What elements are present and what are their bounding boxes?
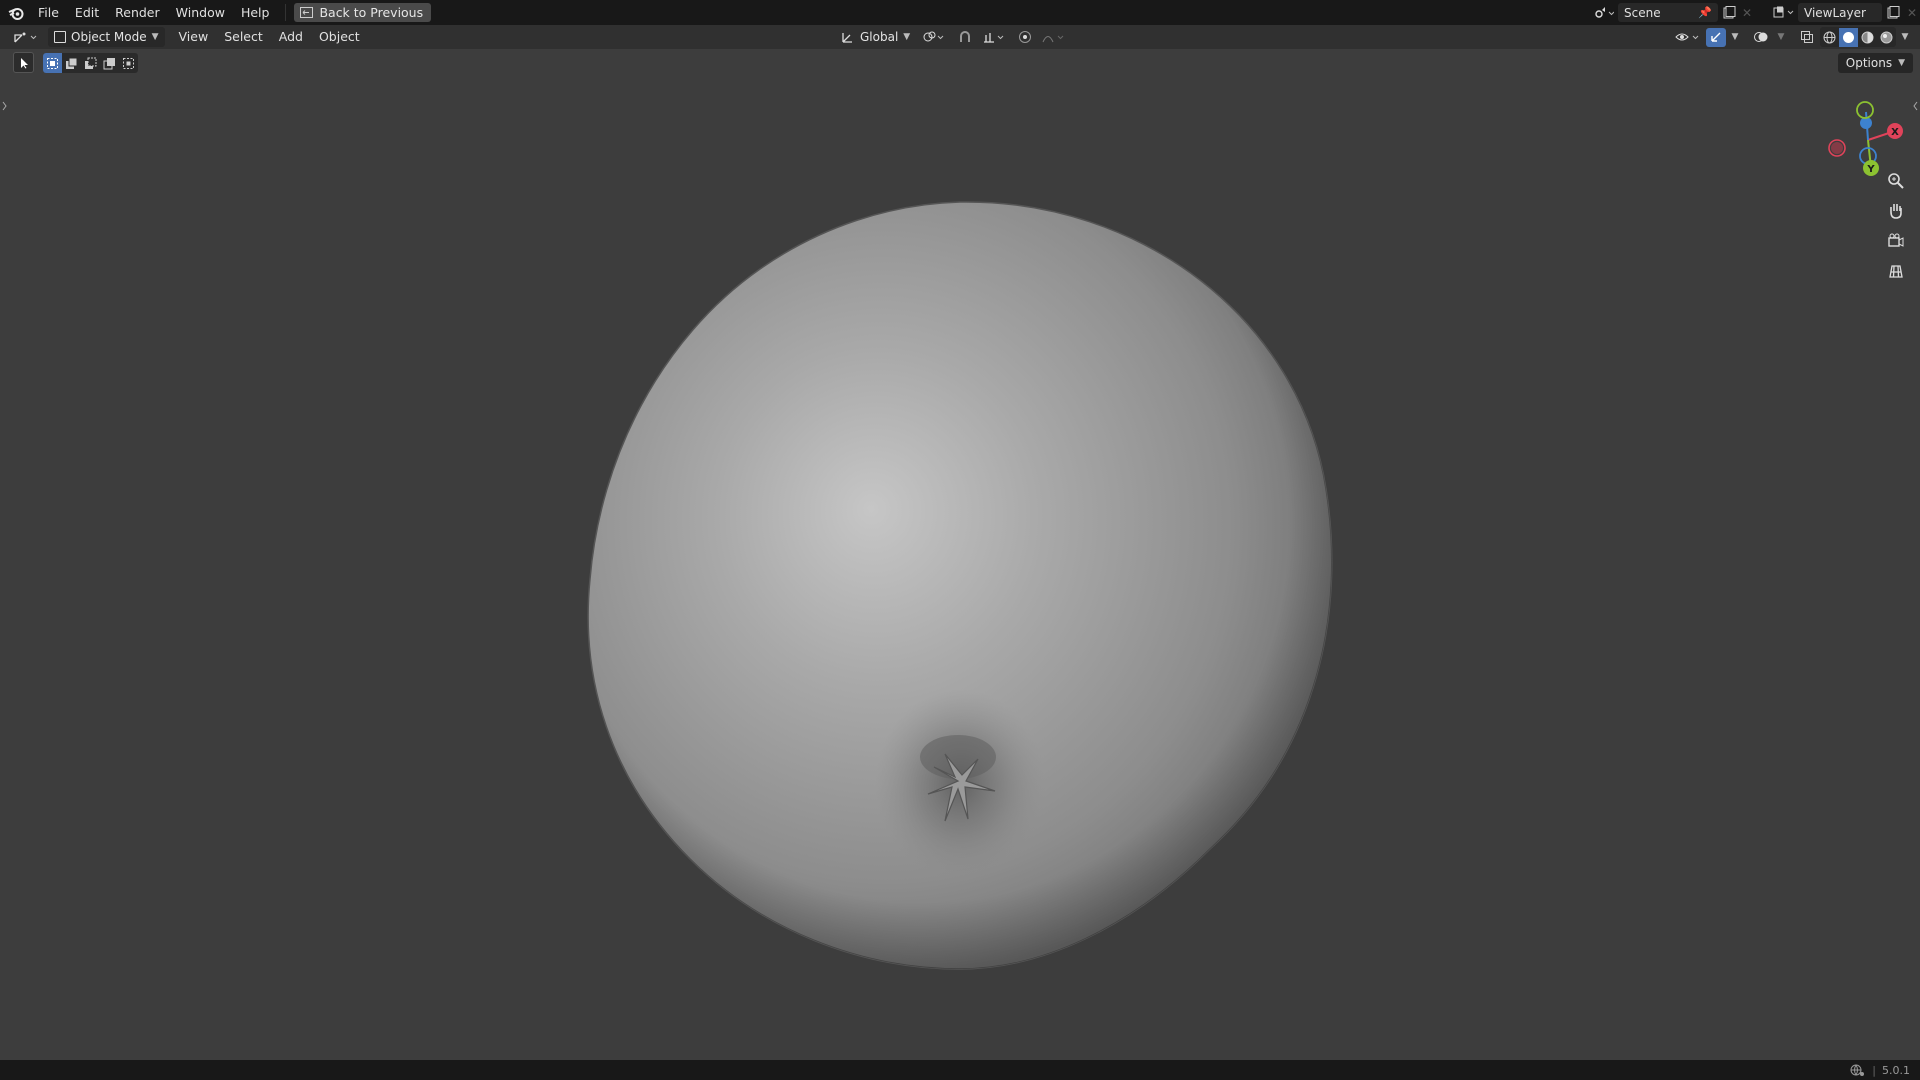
options-dropdown[interactable]: Options ▼ <box>1837 53 1913 73</box>
transform-controls: Global ▼ <box>835 27 1070 47</box>
object-mode-icon <box>54 31 66 43</box>
blender-logo-icon[interactable] <box>2 0 30 25</box>
view-layer-browse-icon[interactable] <box>1770 3 1798 22</box>
select-extend-icon[interactable] <box>62 53 81 73</box>
menu-edit[interactable]: Edit <box>67 0 107 25</box>
status-divider: | <box>1872 1063 1876 1077</box>
3d-viewport[interactable]: X Y <box>0 49 1920 1060</box>
gizmo-toggle-icon[interactable] <box>1706 27 1726 47</box>
select-subtract-icon[interactable] <box>81 53 100 73</box>
shading-mode-group <box>1820 27 1896 47</box>
menu-render[interactable]: Render <box>107 0 168 25</box>
orientation-label: Global <box>860 30 899 44</box>
version-label: 5.0.1 <box>1882 1063 1910 1077</box>
chevron-down-icon: ▼ <box>903 32 911 42</box>
wireframe-shading-icon[interactable] <box>1820 28 1839 47</box>
gizmo-y-top-dot <box>1856 101 1874 119</box>
back-to-previous-button[interactable]: Back to Previous <box>294 3 432 22</box>
overlays-icon[interactable] <box>1750 28 1772 47</box>
gizmo-dropdown-icon[interactable]: ▼ <box>1728 28 1742 47</box>
scene-name: Scene <box>1624 5 1661 20</box>
snap-target-icon[interactable] <box>980 28 1010 47</box>
delete-view-layer-icon[interactable]: ✕ <box>1904 3 1920 22</box>
back-to-previous-label: Back to Previous <box>319 5 424 20</box>
gizmo-y-label: Y <box>1866 164 1875 175</box>
orientation-dropdown[interactable]: Global ▼ <box>835 27 916 47</box>
mode-dropdown[interactable]: Object Mode ▼ <box>48 27 165 47</box>
sidebar-expand-arrow <box>1913 101 1918 111</box>
back-icon <box>300 7 314 18</box>
viewport-canvas <box>2 101 1918 970</box>
cursor-icon <box>20 57 28 68</box>
pivot-point-icon[interactable] <box>920 28 950 47</box>
overlays-dropdown-icon[interactable]: ▼ <box>1774 28 1788 47</box>
gizmo-x-label: X <box>1891 127 1899 138</box>
scene-field[interactable]: Scene 📌 <box>1618 3 1718 22</box>
shading-dropdown-icon[interactable]: ▼ <box>1898 28 1912 47</box>
divider <box>285 4 287 21</box>
viewport-header: Object Mode ▼ View Select Add Object Glo… <box>0 25 1920 49</box>
new-scene-icon[interactable] <box>1718 3 1740 22</box>
top-right-controls: Scene 📌 ✕ ViewLayer ✕ <box>1590 0 1920 25</box>
rendered-shading-icon[interactable] <box>1877 28 1896 47</box>
select-invert-icon[interactable] <box>100 53 119 73</box>
solid-shading-icon[interactable] <box>1839 27 1858 47</box>
menu-help[interactable]: Help <box>233 0 278 25</box>
menu-file[interactable]: File <box>30 0 67 25</box>
view-layer-field[interactable]: ViewLayer <box>1798 3 1882 22</box>
orientation-icon <box>842 33 852 43</box>
camera-view-icon[interactable] <box>1884 229 1908 253</box>
navigation-gizmo[interactable]: X Y <box>1820 90 1910 180</box>
network-icon <box>1850 1064 1865 1076</box>
proportional-editing-icon[interactable] <box>1014 28 1036 47</box>
options-label: Options <box>1845 56 1893 70</box>
chevron-down-icon: ▼ <box>151 32 159 42</box>
menu-view[interactable]: View <box>171 25 217 49</box>
pan-hand-icon[interactable] <box>1884 199 1908 223</box>
chevron-down-icon: ▼ <box>1898 58 1905 68</box>
status-bar: | 5.0.1 <box>0 1060 1920 1080</box>
zoom-icon[interactable] <box>1884 169 1908 193</box>
menu-select[interactable]: Select <box>216 25 271 49</box>
snap-icon[interactable] <box>954 28 976 47</box>
menu-add[interactable]: Add <box>271 25 311 49</box>
shading-controls: ▼ ▼ ▼ <box>1672 27 1912 47</box>
toolbar-expand-arrow <box>2 101 7 111</box>
select-intersect-icon[interactable] <box>119 53 138 73</box>
falloff-icon[interactable] <box>1040 28 1070 47</box>
gizmo-neg-x-fill <box>1831 142 1843 154</box>
apple-mesh <box>587 201 1333 970</box>
new-view-layer-icon[interactable] <box>1882 3 1904 22</box>
pin-icon[interactable]: 📌 <box>1698 6 1712 19</box>
delete-scene-icon[interactable]: ✕ <box>1740 3 1754 22</box>
select-tool-button[interactable] <box>13 52 34 73</box>
mode-label: Object Mode <box>71 30 147 44</box>
menu-window[interactable]: Window <box>168 0 233 25</box>
scene-browse-icon[interactable] <box>1590 3 1618 22</box>
view-layer-name: ViewLayer <box>1804 5 1866 20</box>
menu-object[interactable]: Object <box>311 25 368 49</box>
selection-mode-group <box>43 53 138 73</box>
tool-row: Options ▼ <box>0 50 1920 76</box>
editor-type-icon[interactable] <box>10 28 42 47</box>
top-bar: File Edit Render Window Help Back to Pre… <box>0 0 1920 25</box>
select-new-icon[interactable] <box>43 53 62 73</box>
material-shading-icon[interactable] <box>1858 28 1877 47</box>
xray-icon[interactable] <box>1796 28 1818 47</box>
visibility-icon[interactable] <box>1672 28 1704 47</box>
ortho-grid-icon[interactable] <box>1884 259 1908 283</box>
